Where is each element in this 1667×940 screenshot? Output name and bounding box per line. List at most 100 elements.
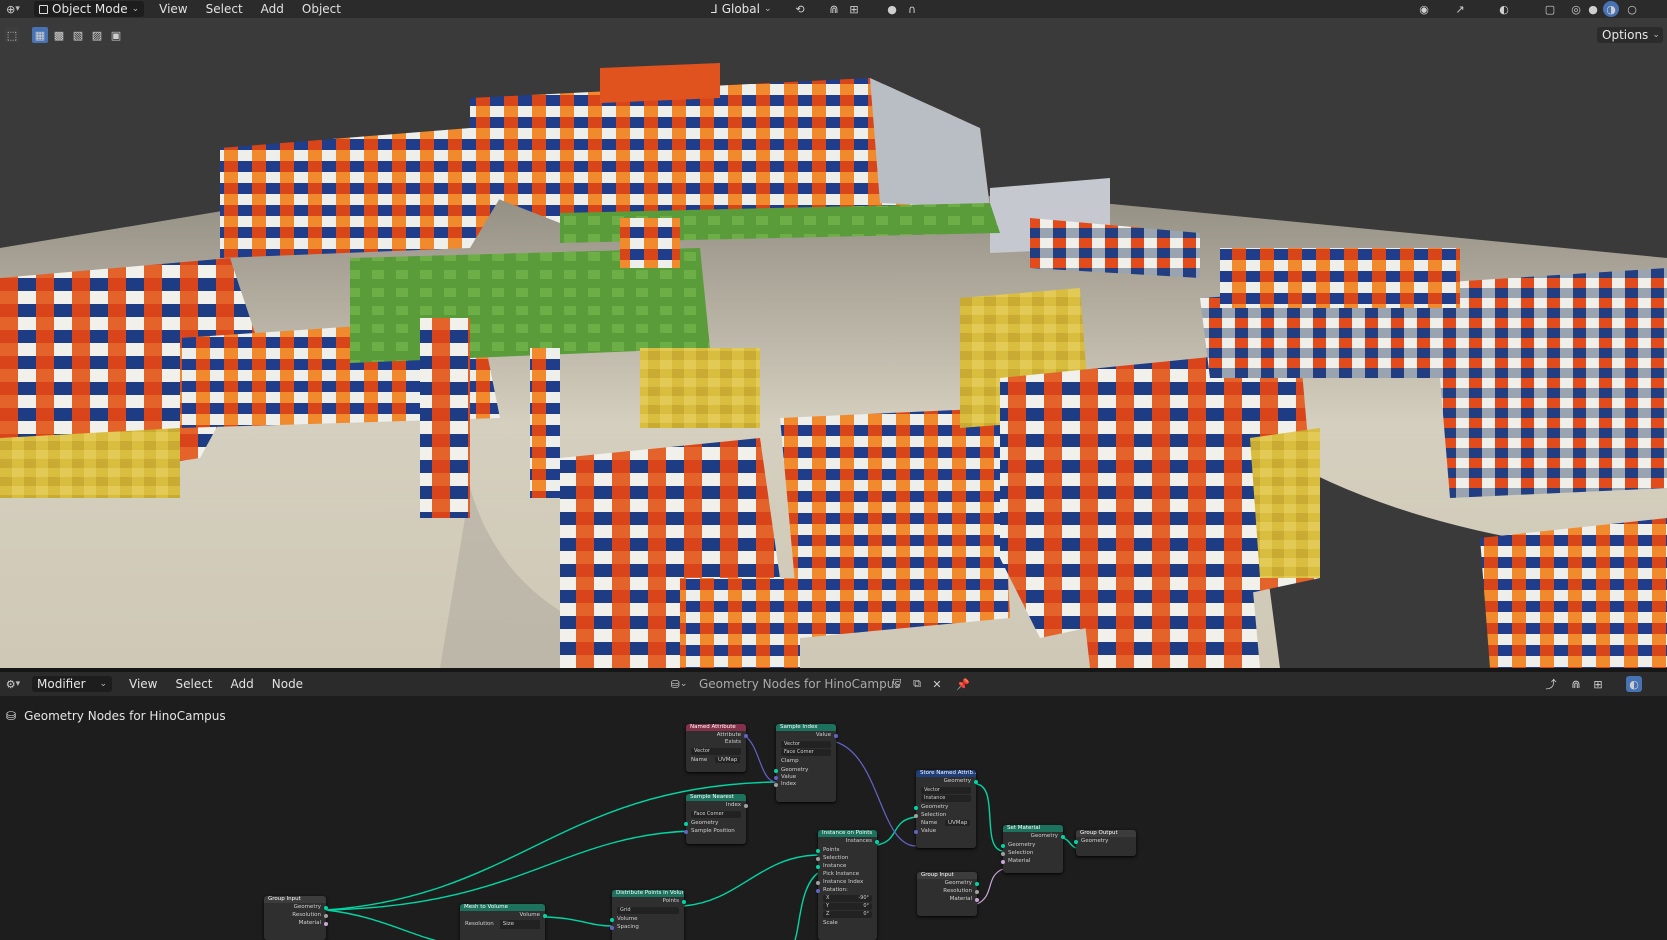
menu-select[interactable]: Select — [197, 2, 252, 16]
domain-dropdown[interactable]: Face Corner — [691, 811, 741, 818]
solid-shading-icon[interactable]: ● — [1585, 1, 1601, 17]
geometry-socket[interactable] — [682, 899, 686, 904]
menu-view[interactable]: View — [150, 2, 196, 16]
falloff-icon[interactable]: ∩ — [904, 1, 920, 17]
clamp-checkbox[interactable]: Clamp — [776, 757, 836, 766]
proportional-edit-icon[interactable]: ● — [884, 1, 900, 17]
geometry-socket[interactable] — [543, 913, 547, 918]
integer-socket[interactable] — [816, 880, 820, 885]
type-dropdown[interactable]: Vector — [781, 741, 831, 748]
pin-icon[interactable]: 📌 — [955, 676, 971, 692]
rendered-shading-icon[interactable]: ○ — [1624, 1, 1640, 17]
geometry-socket[interactable] — [975, 881, 979, 886]
group-input-node-left[interactable]: Group Input Geometry Resolution Material — [264, 896, 328, 940]
geometry-socket[interactable] — [914, 805, 918, 810]
menu-object[interactable]: Object — [293, 2, 350, 16]
select-intersect-icon[interactable]: ▣ — [108, 27, 124, 43]
group-output-node[interactable]: Group Output Geometry — [1074, 830, 1136, 856]
menu-select[interactable]: Select — [166, 677, 221, 691]
xray-icon[interactable]: ▢ — [1542, 1, 1558, 17]
material-socket[interactable] — [324, 921, 328, 926]
sample-nearest-node[interactable]: Sample Nearest Index Face Corner Geometr… — [684, 794, 748, 844]
geometry-socket[interactable] — [324, 905, 328, 910]
snap-target-icon[interactable]: ⊞ — [1590, 676, 1606, 692]
menu-view[interactable]: View — [120, 677, 166, 691]
vector-socket[interactable] — [816, 888, 820, 893]
geometry-socket[interactable] — [974, 779, 978, 784]
fake-user-icon[interactable]: ⛉ — [889, 676, 905, 692]
select-tool-icon[interactable]: ⬚ — [4, 27, 20, 43]
rotation-x-field[interactable]: X -90° — [823, 895, 872, 902]
menu-add[interactable]: Add — [222, 677, 263, 691]
gizmo-icon[interactable]: ↗ — [1452, 1, 1468, 17]
distribute-points-in-volume-node[interactable]: Distribute Points in Volume Points Grid … — [610, 890, 686, 940]
visibility-icon[interactable]: ◉ — [1416, 1, 1432, 17]
sample-index-node[interactable]: Sample Index Value Vector Face Corner Cl… — [774, 724, 838, 802]
vector-socket[interactable] — [744, 733, 748, 738]
select-difference-icon[interactable]: ▨ — [89, 27, 105, 43]
rotation-z-field[interactable]: Z 0° — [823, 911, 872, 918]
mesh-to-volume-node[interactable]: Mesh to Volume Volume Resolution Size — [460, 904, 547, 940]
vector-socket[interactable] — [610, 925, 614, 930]
set-material-node[interactable]: Set Material Geometry Geometry Selection… — [1001, 825, 1065, 873]
name-field[interactable]: UVMap — [944, 820, 971, 826]
node-tree-browse-icon[interactable]: ⛁ ⌄ — [666, 676, 692, 692]
float-socket[interactable] — [975, 889, 979, 894]
menu-node[interactable]: Node — [263, 677, 312, 691]
menu-add[interactable]: Add — [252, 2, 293, 16]
close-icon[interactable]: ✕ — [929, 676, 945, 692]
float-socket[interactable] — [324, 913, 328, 918]
duplicate-icon[interactable]: ⧉ — [909, 676, 925, 692]
mode-dropdown[interactable]: Grid — [617, 907, 679, 914]
vector-socket[interactable] — [914, 829, 918, 834]
material-socket[interactable] — [975, 897, 979, 902]
geometry-socket[interactable] — [684, 821, 688, 826]
rotation-y-field[interactable]: Y 0° — [823, 903, 872, 910]
node-editor-canvas[interactable]: ⛁ Geometry Nodes for HinoCampus Named At… — [0, 696, 1667, 940]
resolution-mode-dropdown[interactable]: Size — [499, 920, 540, 929]
material-shading-icon[interactable]: ◑ — [1603, 1, 1619, 17]
type-dropdown[interactable]: Vector — [691, 748, 741, 755]
geometry-socket[interactable] — [875, 839, 879, 844]
overlays-icon[interactable]: ◐ — [1626, 676, 1642, 692]
geometry-socket[interactable] — [774, 768, 778, 773]
instance-on-points-node[interactable]: Instance on Points Instances Points Sele… — [816, 830, 879, 940]
geometry-socket[interactable] — [610, 917, 614, 922]
3d-viewport[interactable]: ⬚ ▦ ▩ ▧ ▨ ▣ Options ⌄ — [0, 18, 1667, 668]
integer-socket[interactable] — [774, 782, 778, 787]
integer-socket[interactable] — [744, 803, 748, 808]
editor-context-dropdown[interactable]: Modifier ⌄ — [32, 676, 112, 692]
domain-dropdown[interactable]: Face Corner — [781, 749, 831, 756]
material-socket[interactable] — [1001, 859, 1005, 864]
vector-socket[interactable] — [684, 829, 688, 834]
vector-socket[interactable] — [834, 733, 838, 738]
boolean-socket[interactable] — [1001, 851, 1005, 856]
parent-tree-icon[interactable]: ⤴ — [1543, 676, 1559, 692]
editor-type-icon[interactable]: ⊕ ▾ — [2, 1, 24, 17]
node-tree-name-field[interactable]: Geometry Nodes for HinoCampus — [694, 676, 944, 692]
wireframe-shading-icon[interactable]: ◎ — [1568, 1, 1584, 17]
store-named-attribute-node[interactable]: Store Named Attrib... Geometry Vector In… — [914, 770, 978, 848]
orientation-dropdown[interactable]: ⅃ Global ⌄ — [706, 1, 777, 17]
options-dropdown[interactable]: Options ⌄ — [1597, 27, 1663, 43]
geometry-socket[interactable] — [816, 864, 820, 869]
pivot-icon[interactable]: ⟲ — [792, 1, 808, 17]
named-attribute-node[interactable]: Named Attribute Attribute Exists Vector … — [686, 724, 748, 772]
type-dropdown[interactable]: Vector — [921, 787, 971, 794]
mode-dropdown[interactable]: Object Mode ⌄ — [34, 1, 145, 17]
domain-dropdown[interactable]: Instance — [921, 795, 971, 802]
boolean-socket[interactable] — [816, 856, 820, 861]
snap-target-icon[interactable]: ⊞ — [846, 1, 862, 17]
geometry-socket[interactable] — [1061, 834, 1065, 839]
geometry-socket[interactable] — [1074, 839, 1078, 844]
vector-socket[interactable] — [774, 775, 778, 780]
editor-type-icon[interactable]: ⚙ ▾ — [2, 676, 24, 692]
select-subtract-icon[interactable]: ▧ — [70, 27, 86, 43]
snap-icon[interactable]: ⋒ — [826, 1, 842, 17]
geometry-socket[interactable] — [816, 848, 820, 853]
select-extend-icon[interactable]: ▩ — [51, 27, 67, 43]
boolean-socket[interactable] — [914, 813, 918, 818]
geometry-socket[interactable] — [1001, 843, 1005, 848]
group-input-node-right[interactable]: Group Input Geometry Resolution Material — [917, 872, 979, 916]
select-new-icon[interactable]: ▦ — [32, 27, 48, 43]
